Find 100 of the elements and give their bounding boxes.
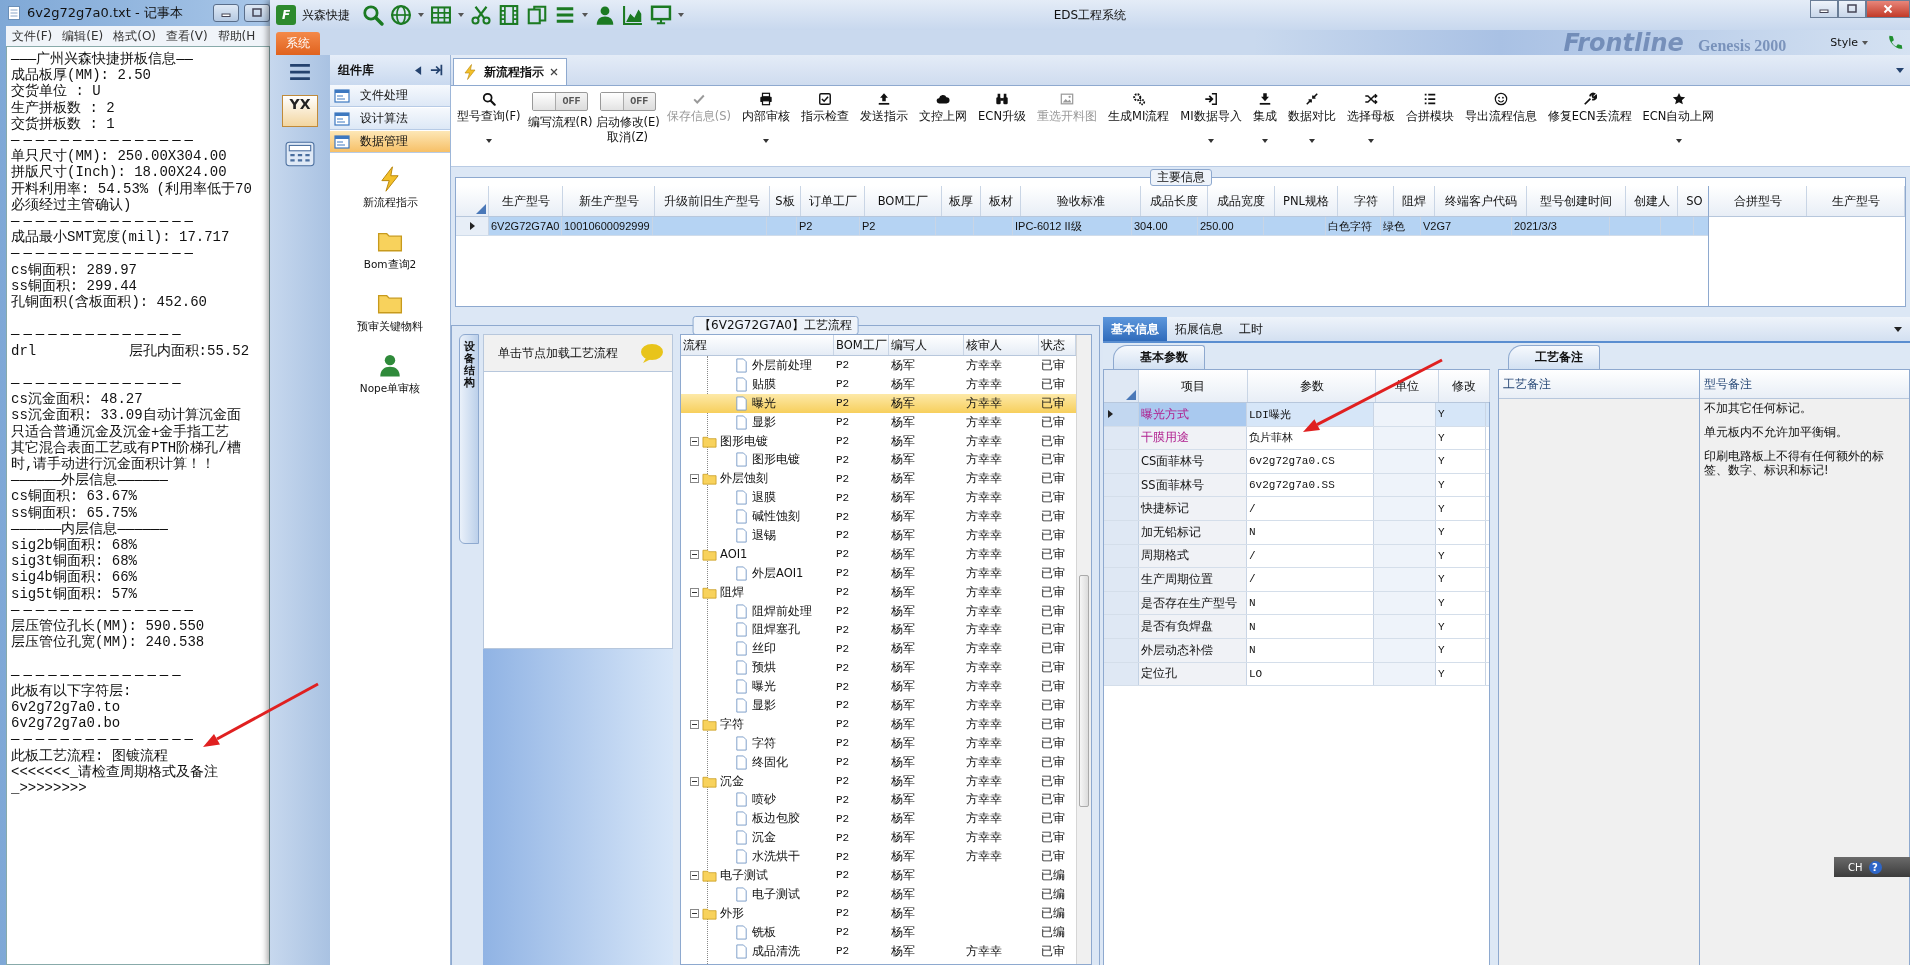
tab[interactable]: 工时: [1231, 317, 1271, 341]
column-header[interactable]: 成品宽度: [1208, 186, 1275, 216]
toolbar-button[interactable]: 导出流程信息: [1460, 92, 1541, 124]
document-tab[interactable]: 新流程指示: [453, 58, 567, 85]
column-header[interactable]: 编写人: [889, 335, 964, 355]
tree-row[interactable]: 沉金 P2 杨军 方幸幸 已审: [681, 828, 1076, 848]
tree-row[interactable]: 成品清洗 P2 杨军 方幸幸 已审: [681, 941, 1076, 961]
menu-item[interactable]: 查看(V): [166, 27, 208, 45]
tree-row[interactable]: 贴膜 P2 杨军 方幸幸 已审: [681, 374, 1076, 394]
column-header[interactable]: BOM工厂: [834, 335, 889, 355]
tree-row[interactable]: 显影 P2 杨军 方幸幸 已审: [681, 696, 1076, 715]
tool-label[interactable]: Nope单审核: [359, 382, 421, 396]
side-tab[interactable]: 设备结构: [459, 334, 479, 544]
table-row[interactable]: 生产周期位置 / Y: [1104, 568, 1489, 592]
language-indicator[interactable]: CH: [1848, 861, 1863, 873]
sidebar-item[interactable]: 文件处理: [330, 85, 450, 107]
table-row[interactable]: 外层动态补偿 N Y: [1104, 638, 1489, 663]
tree-row[interactable]: 显影 P2 杨军 方幸幸 已审: [681, 412, 1076, 432]
collapse-icon[interactable]: [690, 719, 699, 729]
menu-item[interactable]: 格式(O): [113, 27, 157, 45]
column-header[interactable]: BOM工厂: [865, 186, 942, 216]
app-logo[interactable]: YX: [282, 95, 318, 127]
chart-icon[interactable]: [622, 4, 644, 26]
column-header[interactable]: PNL规格: [1275, 186, 1338, 216]
column-header[interactable]: 型号创建时间: [1527, 186, 1626, 216]
column-header[interactable]: 生产型号: [489, 186, 563, 216]
column-header[interactable]: S板: [770, 186, 801, 216]
tab[interactable]: 工艺备注: [1508, 345, 1600, 369]
monitor-icon[interactable]: [650, 4, 672, 26]
column-header[interactable]: 创建人: [1626, 186, 1678, 216]
column-header[interactable]: 板材: [981, 186, 1021, 216]
toggle-switch[interactable]: OFF: [532, 92, 589, 111]
person-icon[interactable]: [594, 4, 616, 26]
tree-row[interactable]: 图形电镀 P2 杨军 方幸幸 已审: [681, 450, 1076, 470]
minimize-button[interactable]: [213, 4, 239, 22]
phone-icon[interactable]: [1886, 33, 1904, 52]
column-header[interactable]: 流程: [681, 335, 834, 355]
column-header[interactable]: 核审人: [964, 335, 1039, 355]
toolbar-button[interactable]: ECN升级: [974, 92, 1030, 124]
film-icon[interactable]: [498, 4, 520, 26]
search-icon[interactable]: [362, 4, 384, 26]
tree-row[interactable]: 电子测试 P2 杨军 已编: [681, 884, 1076, 904]
menu-icon[interactable]: [289, 63, 311, 81]
person-icon[interactable]: [377, 352, 403, 378]
collapse-icon[interactable]: [690, 587, 699, 597]
table-row[interactable]: 快捷标记 / Y: [1104, 497, 1489, 521]
tree-row[interactable]: 铣板 P2 杨军 已编: [681, 922, 1076, 942]
column-header[interactable]: 订单工厂: [801, 186, 865, 216]
toolbar-button[interactable]: MI数据导入: [1176, 92, 1246, 143]
tool-label[interactable]: Bom查询2: [363, 258, 417, 272]
grid-icon[interactable]: [430, 4, 452, 26]
help-button[interactable]: ?: [1868, 860, 1882, 874]
caret-icon[interactable]: [1894, 326, 1902, 332]
column-header[interactable]: 成品长度: [1141, 186, 1208, 216]
caret-icon[interactable]: [1896, 67, 1904, 73]
toolbar-button[interactable]: 选择母板: [1342, 92, 1399, 143]
column-header[interactable]: 项目: [1139, 370, 1248, 402]
column-header[interactable]: 生产型号: [1807, 186, 1905, 216]
globe-icon[interactable]: [390, 4, 412, 26]
tree-row[interactable]: 曝光 P2 杨军 方幸幸 已审: [681, 393, 1076, 413]
table-row[interactable]: 是否存在生产型号 N Y: [1104, 591, 1489, 616]
menu-item[interactable]: 编辑(E): [62, 27, 104, 45]
sidebar-item[interactable]: 设计算法: [330, 108, 450, 130]
tree-row[interactable]: 预烘 P2 杨军 方幸幸 已审: [681, 658, 1076, 678]
tree-row[interactable]: 字符 P2 杨军 方幸幸 已审: [681, 714, 1076, 734]
tree-row[interactable]: 丝印 P2 杨军 方幸幸 已审: [681, 639, 1076, 659]
tree-row[interactable]: 阻焊 P2 杨军 方幸幸 已审: [681, 582, 1076, 602]
tree-row[interactable]: 沉金 P2 杨军 方幸幸 已审: [681, 771, 1076, 791]
tree-row[interactable]: 外形 P2 杨军 已编: [681, 903, 1076, 923]
toolbar-button[interactable]: 发送指示: [856, 92, 913, 124]
pin-icon[interactable]: [430, 63, 444, 77]
tree-row[interactable]: 退锡 P2 杨军 方幸幸 已审: [681, 526, 1076, 545]
tree-row[interactable]: 字符 P2 杨军 方幸幸 已审: [681, 733, 1076, 753]
toolbar-button[interactable]: 数据对比: [1283, 92, 1340, 143]
scissors-icon[interactable]: [470, 4, 492, 26]
column-header[interactable]: 终端客户代码: [1435, 186, 1527, 216]
tree-row[interactable]: 碱性蚀刻 P2 杨军 方幸幸 已审: [681, 507, 1076, 526]
tree-row[interactable]: 板边包胶 P2 杨军 方幸幸 已审: [681, 809, 1076, 829]
tree-row[interactable]: 外层前处理 P2 杨军 方幸幸 已审: [681, 356, 1076, 375]
tree-row[interactable]: 喷砂 P2 杨军 方幸幸 已审: [681, 790, 1076, 810]
close-button[interactable]: [1866, 0, 1910, 18]
menu-item[interactable]: 文件(F): [12, 27, 53, 45]
collapse-icon[interactable]: [690, 908, 699, 918]
table-row[interactable]: 加无铅标记 N Y: [1104, 520, 1489, 545]
toolbar-button[interactable]: 集成: [1248, 92, 1281, 143]
sidebar-item[interactable]: 数据管理: [330, 131, 450, 153]
table-row[interactable]: 6V2G72G7A0 10010600092999 P2 P2 IPC-6012 II级 304.00 250.00 白色字符 绿色 V2G7 2021/3/3: [456, 217, 1708, 236]
collapse-icon[interactable]: [690, 776, 699, 786]
table-row[interactable]: CS面菲林号 6v2g72g7a0.CS Y: [1104, 450, 1489, 474]
toolbar-button[interactable]: 型号查询(F): [453, 92, 525, 143]
tree-row[interactable]: 退膜 P2 杨军 方幸幸 已审: [681, 488, 1076, 508]
tree-row[interactable]: 水洗烘干 P2 杨军 方幸幸 已审: [681, 847, 1076, 867]
collapse-icon[interactable]: [415, 65, 422, 75]
tree-row[interactable]: 阻焊塞孔 P2 杨军 方幸幸 已审: [681, 620, 1076, 640]
toolbar-button[interactable]: 合拼模块: [1401, 92, 1458, 124]
tree-row[interactable]: 图形电镀 P2 杨军 方幸幸 已审: [681, 431, 1076, 451]
toolbar-button[interactable]: 指示检查: [797, 92, 854, 124]
collapse-icon[interactable]: [690, 474, 699, 484]
column-header[interactable]: 阻焊: [1394, 186, 1435, 216]
tree-row[interactable]: 外层AOI1 P2 杨军 方幸幸 已审: [681, 563, 1076, 583]
